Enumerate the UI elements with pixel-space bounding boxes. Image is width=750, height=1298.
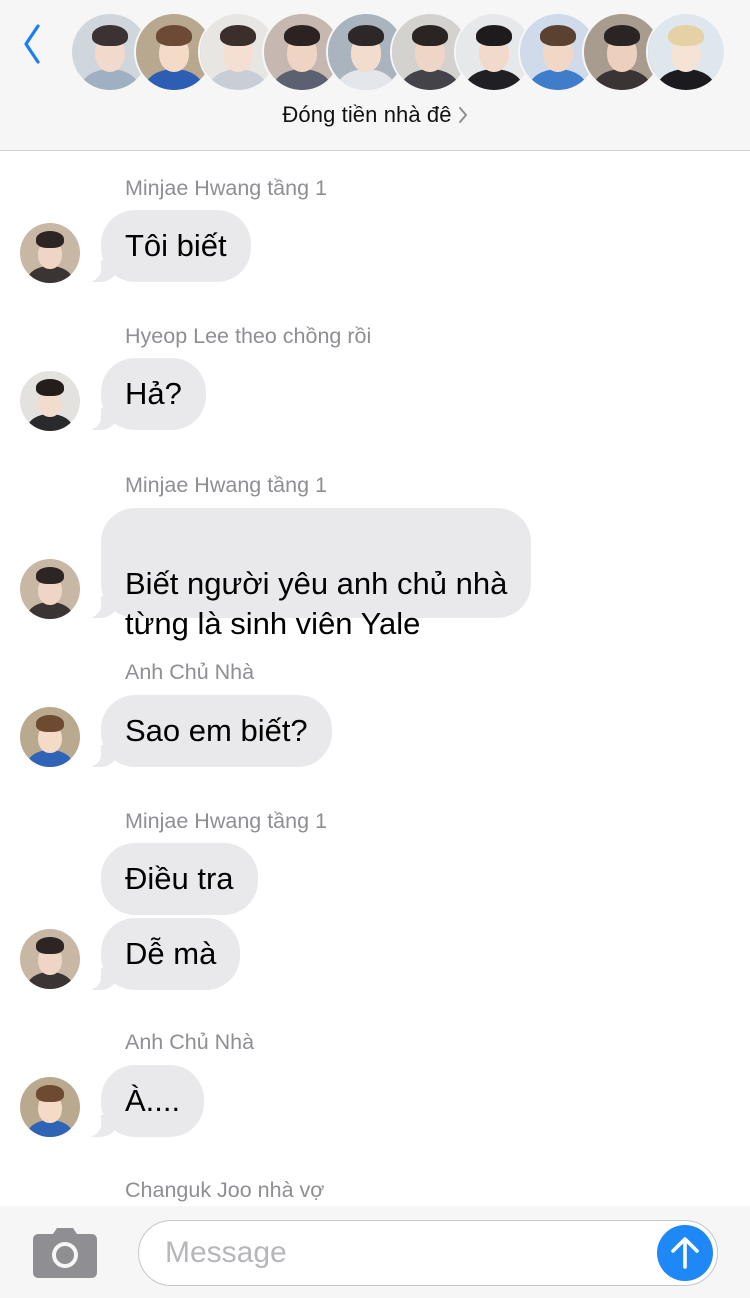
message-bubble[interactable]: Tôi biết (75, 210, 251, 282)
avatar[interactable] (20, 559, 80, 619)
message-field[interactable] (138, 1220, 718, 1286)
message-text: Dễ mà (125, 936, 217, 971)
group-info-button[interactable]: Đóng tiền nhà đê (0, 98, 750, 132)
message-text: À.... (125, 1083, 181, 1118)
avatar[interactable] (20, 223, 80, 283)
chevron-right-icon (458, 106, 468, 124)
send-button[interactable] (657, 1225, 713, 1281)
sender-name: Minjae Hwang tầng 1 (125, 176, 327, 200)
message-bubble[interactable]: Sao em biết? (75, 695, 332, 767)
camera-icon (33, 1228, 97, 1278)
group-name: Đóng tiền nhà đê (282, 102, 452, 127)
avatar[interactable] (20, 707, 80, 767)
arrow-up-icon (671, 1237, 699, 1269)
message-thread[interactable]: Minjae Hwang tầng 1 Tôi biết Hyeop Lee t… (0, 152, 750, 1204)
camera-button[interactable] (33, 1228, 97, 1278)
conversation-header: Đóng tiền nhà đê (0, 0, 750, 151)
avatar[interactable] (20, 929, 80, 989)
message-text: Sao em biết? (125, 713, 308, 748)
message-composer (0, 1206, 750, 1298)
sender-name: Anh Chủ Nhà (125, 660, 255, 684)
message-text: Hả? (125, 376, 182, 411)
sender-name: Hyeop Lee theo chồng rồi (125, 324, 372, 348)
sender-name: Anh Chủ Nhà (125, 1030, 255, 1054)
avatar[interactable] (20, 1077, 80, 1137)
chevron-left-icon (24, 24, 40, 64)
message-bubble[interactable]: Dễ mà (74, 918, 241, 990)
sender-name: Minjae Hwang tầng 1 (125, 809, 327, 833)
message-bubble[interactable]: Hả? (75, 358, 206, 430)
member-avatar-10 (646, 12, 726, 92)
group-avatar-strip[interactable] (70, 12, 726, 92)
avatar[interactable] (20, 371, 80, 431)
sender-name: Changuk Joo nhà vợ (125, 1178, 325, 1202)
sender-name: Minjae Hwang tầng 1 (125, 473, 327, 497)
back-button[interactable] (14, 18, 50, 70)
message-bubble[interactable]: Biết người yêu anh chủ nhà từng là sinh … (74, 508, 532, 641)
message-input[interactable] (165, 1233, 635, 1273)
message-text: Biết người yêu anh chủ nhà từng là sinh … (125, 566, 508, 641)
message-bubble[interactable]: Điều tra (101, 843, 258, 915)
message-text: Điều tra (125, 861, 234, 896)
message-bubble[interactable]: À.... (74, 1065, 205, 1137)
message-text: Tôi biết (125, 228, 227, 263)
